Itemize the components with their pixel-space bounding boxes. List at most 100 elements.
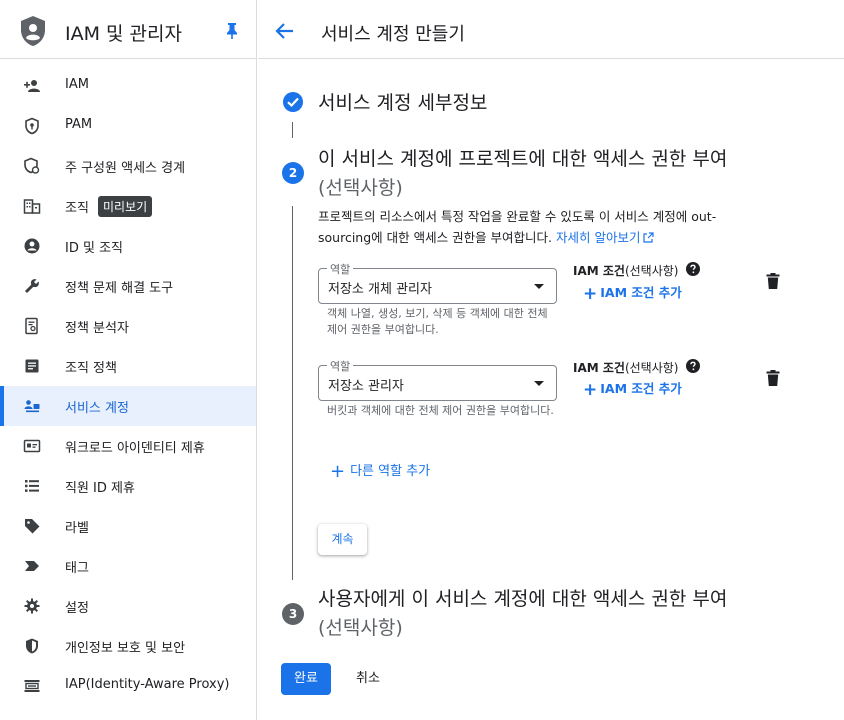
step2-optional: (선택사항): [318, 177, 403, 199]
step3-title-text: 사용자에게 이 서비스 계정에 대한 액세스 권한 부여: [318, 588, 728, 610]
sidebar-item-label: 직원 ID 제휴: [65, 481, 135, 496]
sidebar-item-pam[interactable]: PAM: [0, 106, 256, 146]
role-select-value: 저장소 관리자: [328, 379, 404, 394]
building-icon: [23, 199, 41, 214]
step2-title: 이 서비스 계정에 프로젝트에 대한 액세스 권한 부여 (선택사항): [318, 145, 798, 203]
shield-key-icon: [25, 117, 39, 135]
policy-boundary-icon: [24, 157, 40, 174]
id-card-icon: [23, 439, 41, 453]
tag-icon: [25, 519, 40, 534]
role-select-value: 저장소 개체 관리자: [328, 282, 432, 297]
person-add-icon: [24, 80, 40, 92]
step2-description-text: 프로젝트의 리소스에서 특정 작업을 완료할 수 있도록 이 서비스 계정에 o…: [318, 209, 717, 245]
external-link-icon: [642, 232, 654, 243]
add-condition-label: IAM 조건 추가: [600, 285, 682, 300]
iam-condition-optional: (선택사항): [624, 361, 679, 375]
sidebar-item-principal-access-boundary[interactable]: 주 구성원 액세스 경계: [0, 146, 256, 186]
iam-condition-title: IAM 조건: [573, 361, 625, 375]
sidebar-item-label: 워크로드 아이덴티티 제휴: [65, 441, 205, 456]
sidebar: IAM 및 관리자 IAM PAM 주 구성원 액세스 경계 조직 미리보기 I…: [0, 0, 257, 720]
step-connector: [292, 206, 293, 580]
preview-badge: 미리보기: [98, 196, 153, 217]
add-iam-condition-button-1[interactable]: + IAM 조건 추가: [583, 282, 682, 304]
role-help-text-1: 객체 나열, 생성, 보기, 삭제 등 객체에 대한 전체 제어 권한을 부여합…: [327, 307, 548, 336]
iam-condition-optional: (선택사항): [624, 264, 679, 278]
sidebar-item-policy-troubleshooter[interactable]: 정책 문제 해결 도구: [0, 266, 256, 306]
sidebar-item-label: 설정: [65, 601, 89, 616]
sidebar-item-label: 정책 문제 해결 도구: [65, 281, 174, 296]
iap-icon: [24, 680, 40, 692]
sidebar-item-label: PAM: [65, 117, 93, 132]
add-iam-condition-button-2[interactable]: + IAM 조건 추가: [583, 378, 682, 400]
list-icon: [25, 480, 39, 492]
sidebar-item-label: 조직 정책: [65, 361, 117, 376]
sidebar-item-iap[interactable]: IAP(Identity-Aware Proxy): [0, 666, 256, 706]
sidebar-item-identity-organization[interactable]: ID 및 조직: [0, 226, 256, 266]
sidebar-item-org-policy[interactable]: 조직 정책: [0, 346, 256, 386]
dropdown-arrow-icon: [534, 284, 544, 289]
iam-condition-label-2: IAM 조건(선택사항): [573, 359, 678, 376]
step1-title[interactable]: 서비스 계정 세부정보: [318, 88, 487, 115]
delete-icon[interactable]: [766, 370, 780, 386]
continue-button[interactable]: 계속: [318, 524, 367, 555]
sidebar-item-label: ID 및 조직: [65, 241, 123, 256]
cancel-button[interactable]: 취소: [345, 663, 391, 695]
sidebar-item-label: 라벨: [65, 521, 89, 536]
step3-number: 3: [282, 603, 304, 625]
sidebar-item-policy-analyzer[interactable]: 정책 분석자: [0, 306, 256, 346]
learn-more-link[interactable]: 자세히 알아보기: [556, 230, 654, 245]
help-icon[interactable]: [686, 262, 700, 276]
sidebar-item-label: 서비스 계정: [65, 401, 129, 416]
dropdown-arrow-icon: [534, 381, 544, 386]
sidebar-item-label: IAP(Identity-Aware Proxy): [65, 677, 230, 692]
done-button[interactable]: 완료: [281, 663, 331, 695]
role-select-2[interactable]: 역할 저장소 관리자: [318, 358, 557, 401]
plus-icon: +: [330, 461, 346, 482]
iam-shield-logo-icon: [21, 16, 45, 46]
sidebar-item-label: 정책 분석자: [65, 321, 129, 336]
sidebar-item-label: 조직: [65, 201, 89, 216]
sidebar-item-workload-identity-federation[interactable]: 워크로드 아이덴티티 제휴: [0, 426, 256, 466]
sidebar-item-label: 개인정보 보호 및 보안: [65, 641, 186, 656]
add-another-role-button[interactable]: + 다른 역할 추가: [330, 460, 430, 482]
role-select-label: 역할: [327, 358, 354, 374]
plus-icon: +: [583, 284, 598, 304]
add-role-label: 다른 역할 추가: [350, 464, 431, 479]
sidebar-item-privacy-security[interactable]: 개인정보 보호 및 보안: [0, 626, 256, 666]
service-account-icon: [24, 400, 40, 413]
step3-optional: (선택사항): [318, 617, 403, 639]
gear-icon: [24, 598, 40, 614]
step2-title-text: 이 서비스 계정에 프로젝트에 대한 액세스 권한 부여: [318, 148, 728, 170]
sidebar-item-tags[interactable]: 태그: [0, 546, 256, 586]
sidebar-item-label: 태그: [65, 561, 89, 576]
doc-search-icon: [25, 317, 38, 335]
step3-title[interactable]: 사용자에게 이 서비스 계정에 대한 액세스 권한 부여 (선택사항): [318, 585, 798, 643]
sidebar-item-iam[interactable]: IAM: [0, 66, 256, 106]
back-arrow-icon[interactable]: [275, 22, 295, 40]
role-select-label: 역할: [327, 261, 354, 277]
iam-condition-title: IAM 조건: [573, 264, 625, 278]
sidebar-item-label: IAM: [65, 77, 89, 92]
delete-icon[interactable]: [766, 273, 780, 289]
chevron-tag-icon: [25, 561, 39, 571]
role-help-text-2: 버킷과 객체에 대한 전체 제어 권한을 부여합니다.: [327, 404, 554, 417]
sidebar-item-workforce-identity-federation[interactable]: 직원 ID 제휴: [0, 466, 256, 506]
pin-icon[interactable]: [224, 22, 240, 40]
shield-icon: [26, 638, 38, 654]
iam-condition-label-1: IAM 조건(선택사항): [573, 262, 678, 279]
add-condition-label: IAM 조건 추가: [600, 381, 682, 396]
step2-description: 프로젝트의 리소스에서 특정 작업을 완료할 수 있도록 이 서비스 계정에 o…: [318, 206, 758, 248]
step2-number: 2: [282, 162, 304, 184]
account-circle-icon: [24, 238, 40, 254]
sidebar-item-organization[interactable]: 조직 미리보기: [0, 186, 256, 226]
step-complete-check-icon: [283, 92, 303, 112]
sidebar-item-settings[interactable]: 설정: [0, 586, 256, 626]
help-icon[interactable]: [686, 359, 700, 373]
sidebar-header: IAM 및 관리자: [0, 0, 256, 59]
list-doc-icon: [25, 359, 39, 373]
wrench-icon: [25, 279, 39, 293]
sidebar-item-labels[interactable]: 라벨: [0, 506, 256, 546]
page-header: 서비스 계정 만들기: [258, 0, 844, 59]
sidebar-item-service-accounts[interactable]: 서비스 계정: [0, 386, 256, 426]
role-select-1[interactable]: 역할 저장소 개체 관리자: [318, 261, 557, 304]
